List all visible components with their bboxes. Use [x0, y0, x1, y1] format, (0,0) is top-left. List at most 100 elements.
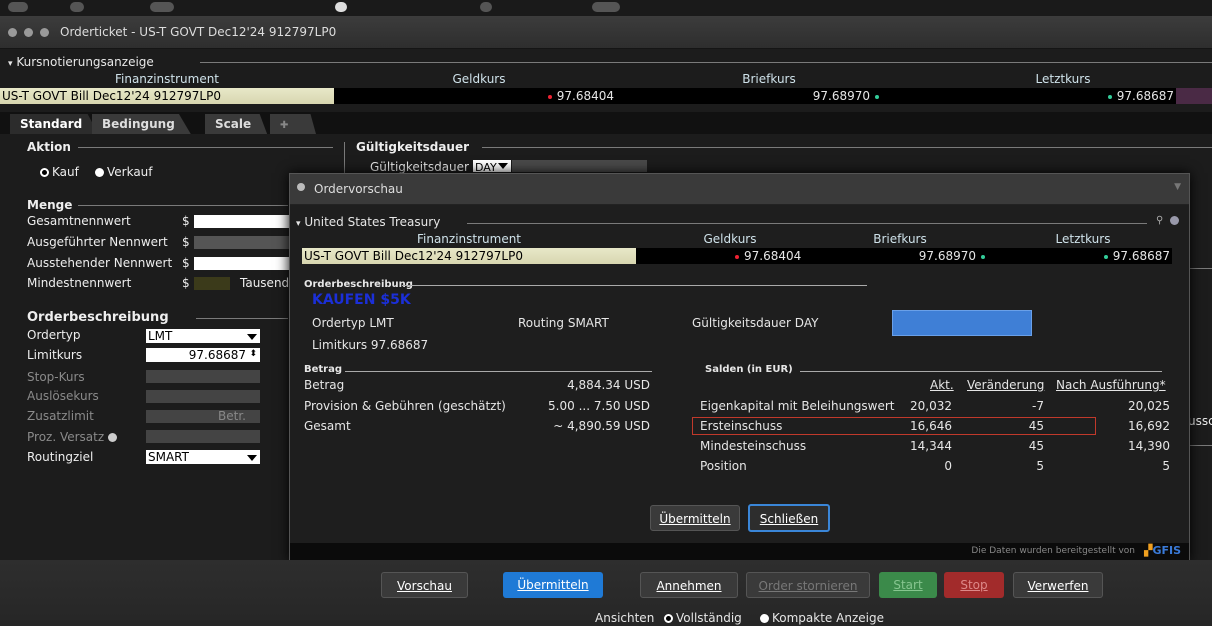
ausloesekurs-label: Auslösekurs — [27, 389, 99, 403]
divider — [344, 142, 345, 176]
dialog-title: Ordervorschau — [314, 182, 403, 196]
dialog-instrument[interactable]: US-T GOVT Bill Dec12'24 912797LP0 — [302, 248, 636, 264]
salden-col-veraenderung[interactable]: Veränderung — [967, 378, 1044, 392]
salden-row-after: 16,692 — [1128, 419, 1170, 433]
tab-scale[interactable]: Scale — [205, 114, 268, 134]
treasury-section-title: United States Treasury — [304, 215, 441, 229]
salden-row-akt: 20,032 — [910, 399, 952, 413]
salden-col-akt[interactable]: Akt. — [930, 378, 954, 392]
window-titlebar: Orderticket - US-T GOVT Dec12'24 912797L… — [0, 16, 1212, 49]
stepper-icon[interactable]: ⬍ — [249, 347, 257, 361]
radio-kompakt[interactable]: Kompakte Anzeige — [760, 611, 884, 625]
dialog-close-button[interactable]: Schließen — [748, 504, 830, 532]
mindestnennwert-input[interactable] — [194, 277, 230, 290]
quote-last-flag — [1176, 88, 1212, 104]
menge-label-ausstehend: Ausstehender Nennwert — [27, 256, 173, 270]
gueltigkeit-dropdown[interactable]: DAY — [473, 160, 511, 174]
dialog-last: 97.68687 — [1040, 248, 1170, 264]
tab-bedingung[interactable]: Bedingung — [92, 114, 191, 134]
tab-standard[interactable]: Standard — [10, 114, 99, 134]
gueltigkeit-extra — [512, 160, 647, 172]
dialog-desc-header: Orderbeschreibung — [304, 279, 413, 290]
info-icon[interactable] — [1170, 216, 1179, 225]
tausend-label: Tausend — [240, 276, 290, 290]
vorschau-button[interactable]: Vorschau — [381, 572, 468, 598]
divider — [196, 318, 288, 319]
dialog-close-icon[interactable] — [297, 183, 305, 191]
menge-label-mindest: Mindestnennwert — [27, 276, 132, 290]
partial-side-text: ussc — [1188, 414, 1212, 428]
divider — [78, 205, 288, 206]
salden-row-chg: 45 — [1028, 439, 1044, 453]
ausstehend-input[interactable] — [194, 257, 289, 270]
uebermitteln-button[interactable]: Übermitteln — [503, 572, 603, 598]
ausloesekurs-input — [146, 390, 260, 403]
radio-vollstaendig[interactable]: Vollständig — [664, 611, 742, 625]
dialog-footer: Die Daten wurden bereitgestellt von ▞GFI… — [290, 543, 1189, 560]
limitkurs-label: Limitkurs — [27, 348, 83, 362]
salden-col-nach-ausfuehrung[interactable]: Nach Ausführung* — [1056, 378, 1166, 392]
search-icon[interactable]: ⚲ — [1156, 215, 1163, 226]
radio-kauf[interactable]: Kauf — [40, 165, 79, 179]
routingziel-dropdown[interactable]: SMART — [146, 450, 260, 464]
verwerfen-button[interactable]: Verwerfen — [1013, 572, 1103, 598]
zusatzlimit-input: Betr. — [146, 410, 260, 423]
routingziel-label: Routingziel — [27, 450, 94, 464]
divider — [345, 371, 652, 372]
divider — [482, 147, 1212, 148]
gueltigkeit-header: Gültigkeitsdauer — [356, 140, 470, 154]
minimize-window-button[interactable] — [24, 28, 33, 37]
salden-row-akt: 14,344 — [910, 439, 952, 453]
order-preview-dialog: Ordervorschau ▼ ▾ United States Treasury… — [289, 173, 1190, 562]
quote-ask: 97.68970 — [624, 88, 884, 104]
dialog-routing: Routing SMART — [518, 316, 609, 330]
dialog-titlebar: Ordervorschau ▼ — [290, 174, 1189, 205]
gesamt-label: Gesamt — [304, 419, 351, 433]
zusatzlimit-label: Zusatzlimit — [27, 409, 94, 423]
stop-button[interactable]: Stop — [944, 572, 1004, 598]
dialog-col-last: Letztkurs — [1055, 232, 1111, 246]
ordertyp-dropdown[interactable]: LMT — [146, 329, 260, 343]
annehmen-button[interactable]: Annehmen — [640, 572, 738, 598]
menge-label-ausgefuehrt: Ausgeführter Nennwert — [27, 235, 168, 249]
order-stornieren-button: Order stornieren — [746, 572, 870, 598]
quote-instrument[interactable]: US-T GOVT Bill Dec12'24 912797LP0 — [0, 88, 334, 104]
divider — [467, 223, 1147, 224]
currency-symbol: $ — [182, 235, 190, 249]
salden-row-label: Ersteinschuss — [700, 419, 783, 433]
dialog-submit-button[interactable]: Übermitteln — [650, 505, 740, 531]
dialog-col-instrument: Finanzinstrument — [416, 232, 522, 246]
divider — [402, 285, 867, 286]
start-button[interactable]: Start — [879, 572, 937, 598]
col-header-last: Letztkurs — [1035, 72, 1091, 86]
quote-section-toggle[interactable]: ▾ Kursnotierungsanzeige — [8, 55, 154, 69]
salden-row-akt: 0 — [944, 459, 952, 473]
gfis-logo: ▞GFIS — [1143, 544, 1181, 557]
salden-row-label: Position — [700, 459, 747, 473]
dialog-col-bid: Geldkurs — [703, 232, 757, 246]
treasury-section-toggle[interactable]: ▾ United States Treasury — [296, 215, 440, 229]
col-header-ask: Briefkurs — [742, 72, 796, 86]
dialog-ask: 97.68970 — [850, 248, 990, 264]
dialog-menu-icon[interactable]: ▼ — [1174, 182, 1181, 192]
menge-label-gesamt: Gesamtnennwert — [27, 214, 131, 228]
divider — [1188, 268, 1212, 269]
salden-row-label: Eigenkapital mit Beleihungswert — [700, 399, 895, 413]
dialog-col-ask: Briefkurs — [873, 232, 927, 246]
ausgefuehrt-input — [194, 236, 289, 249]
betrag-value: 4,884.34 USD — [567, 378, 650, 392]
zoom-window-button[interactable] — [40, 28, 49, 37]
radio-verkauf[interactable]: Verkauf — [95, 165, 153, 179]
footer-attribution: Die Daten wurden bereitgestellt von — [971, 546, 1135, 556]
aktion-header: Aktion — [27, 140, 71, 154]
betrag-header: Betrag — [304, 364, 343, 375]
salden-header: Salden (in EUR) — [705, 364, 793, 375]
close-window-button[interactable] — [8, 28, 17, 37]
salden-row-chg: 5 — [1036, 459, 1044, 473]
limitkurs-input[interactable]: 97.68687 ⬍ — [146, 348, 260, 362]
currency-symbol: $ — [182, 214, 190, 228]
add-tab-icon[interactable]: ✚ — [270, 114, 316, 134]
order-headline: KAUFEN $5K — [312, 292, 411, 308]
salden-row-chg: 45 — [1028, 419, 1044, 433]
gesamtnennwert-input[interactable] — [194, 215, 289, 228]
